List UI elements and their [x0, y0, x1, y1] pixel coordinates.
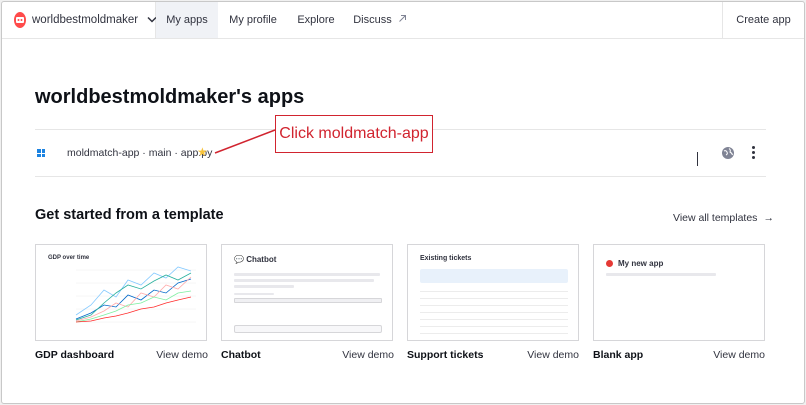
- app-window: worldbestmoldmaker My apps My profile Ex…: [1, 1, 805, 404]
- thumb-table-row: [420, 326, 568, 327]
- thumb-table-row: [420, 319, 568, 320]
- template-label-chatbot[interactable]: Chatbot: [221, 349, 261, 361]
- template-card-blank-app[interactable]: My new app: [593, 244, 765, 341]
- app-grid-icon: [37, 149, 45, 157]
- more-vertical-icon[interactable]: [749, 146, 757, 160]
- globe-icon[interactable]: [721, 146, 735, 160]
- thumb-title: Existing tickets: [420, 255, 472, 262]
- nav-tab-my-profile[interactable]: My profile: [218, 2, 288, 38]
- nav-tab-discuss-label: Discuss: [353, 14, 392, 26]
- app-name-link[interactable]: moldmatch-app · main · app.py: [67, 147, 212, 159]
- top-nav: worldbestmoldmaker My apps My profile Ex…: [2, 2, 804, 39]
- thumb-title-text: My new app: [618, 259, 664, 268]
- view-all-templates-link[interactable]: View all templates →: [673, 212, 774, 224]
- thumb-table-row: [420, 305, 568, 306]
- workspace-avatar-icon: [14, 12, 26, 28]
- thumb-title: My new app: [606, 259, 663, 268]
- thumb-table-row: [420, 298, 568, 299]
- nav-tab-explore[interactable]: Explore: [288, 2, 344, 38]
- template-card-chatbot[interactable]: 💬 Chatbot: [221, 244, 393, 341]
- thumb-table-row: [420, 333, 568, 334]
- thumb-text-line: [234, 273, 380, 276]
- thumb-text-line: [234, 285, 294, 288]
- view-demo-chatbot[interactable]: View demo: [314, 349, 394, 361]
- external-link-icon: [398, 14, 407, 26]
- star-icon[interactable]: ★: [197, 145, 208, 159]
- thumb-table-row: [420, 312, 568, 313]
- thumb-text-line: [234, 293, 274, 295]
- annotation-callout: Click moldmatch-app: [275, 115, 433, 153]
- nav-tab-discuss[interactable]: Discuss: [344, 2, 416, 38]
- thumb-input: [234, 298, 382, 303]
- thumb-info-box: [420, 269, 568, 283]
- template-card-gdp[interactable]: GDP over time: [35, 244, 207, 341]
- page-title: worldbestmoldmaker's apps: [35, 86, 305, 108]
- nav-tab-my-apps[interactable]: My apps: [156, 2, 218, 38]
- thumb-text-line: [234, 279, 374, 282]
- text-cursor: [697, 152, 698, 166]
- thumb-title: 💬 Chatbot: [234, 255, 277, 264]
- arrow-right-icon: →: [763, 212, 774, 224]
- workspace-switcher[interactable]: worldbestmoldmaker: [2, 2, 157, 38]
- view-all-label: View all templates: [673, 212, 758, 224]
- view-demo-blank-app[interactable]: View demo: [685, 349, 765, 361]
- thumb-chat-input: [234, 325, 382, 333]
- gdp-thumbnail-chart: [75, 266, 196, 323]
- annotation-arrow: [214, 129, 276, 154]
- thumb-table-row: [420, 291, 568, 292]
- template-card-support-tickets[interactable]: Existing tickets: [407, 244, 579, 341]
- template-label-blank-app[interactable]: Blank app: [593, 349, 643, 361]
- template-label-gdp[interactable]: GDP dashboard: [35, 349, 114, 361]
- view-demo-support-tickets[interactable]: View demo: [499, 349, 579, 361]
- thumb-text-line: [606, 273, 716, 276]
- template-label-support-tickets[interactable]: Support tickets: [407, 349, 483, 361]
- templates-heading: Get started from a template: [35, 207, 224, 223]
- create-app-button[interactable]: Create app: [722, 2, 804, 38]
- thumb-title-text: Chatbot: [246, 255, 277, 264]
- balloon-icon: [606, 260, 613, 268]
- workspace-name: worldbestmoldmaker: [32, 14, 139, 26]
- view-demo-gdp[interactable]: View demo: [128, 349, 208, 361]
